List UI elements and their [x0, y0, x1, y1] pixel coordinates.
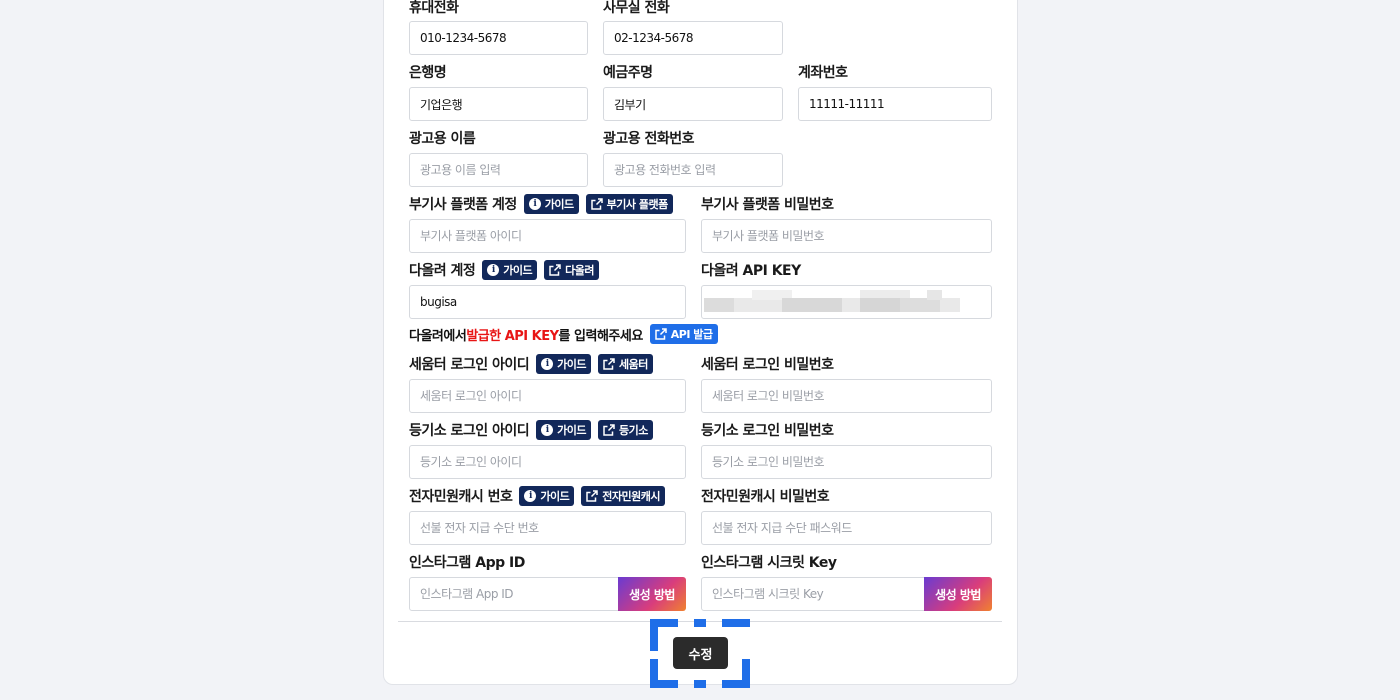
- office-phone-label: 사무실 전화: [603, 0, 670, 16]
- seumteo-id-input[interactable]: [409, 379, 686, 413]
- info-icon: i: [541, 358, 554, 370]
- registry-link-button[interactable]: 등기소: [598, 420, 653, 440]
- seumteo-link-button[interactable]: 세움터: [598, 354, 653, 374]
- daol-id-input[interactable]: [409, 285, 686, 319]
- ecash-guide-button[interactable]: i 가이드: [519, 486, 575, 506]
- insta-id-label: 인스타그램 App ID: [409, 555, 525, 571]
- platform-pw-input[interactable]: [701, 219, 992, 253]
- external-link-icon: [549, 264, 561, 276]
- masked-api-key: [704, 290, 960, 312]
- external-link-icon: [655, 328, 667, 340]
- ad-name-label: 광고용 이름: [409, 131, 476, 147]
- external-link-icon: [586, 490, 599, 502]
- account-label: 계좌번호: [798, 65, 848, 81]
- mobile-input[interactable]: [409, 21, 588, 55]
- info-icon: i: [487, 264, 500, 276]
- registry-id-input[interactable]: [409, 445, 686, 479]
- ecash-pw-label: 전자민원캐시 비밀번호: [701, 489, 830, 505]
- ad-name-input[interactable]: [409, 153, 588, 187]
- seumteo-id-label: 세움터 로그인 아이디 i 가이드 세움터: [409, 354, 660, 374]
- bank-label: 은행명: [409, 65, 447, 81]
- ad-phone-label: 광고용 전화번호: [603, 131, 695, 147]
- holder-label: 예금주명: [603, 65, 653, 81]
- external-link-icon: [590, 198, 603, 210]
- daol-guide-button[interactable]: i 가이드: [482, 260, 538, 280]
- office-phone-input[interactable]: [603, 21, 783, 55]
- daol-key-label: 다올려 API KEY: [701, 263, 801, 279]
- platform-pw-label: 부기사 플랫폼 비밀번호: [701, 197, 834, 213]
- ecash-no-input[interactable]: [409, 511, 686, 545]
- external-link-icon: [603, 358, 615, 370]
- insta-key-input[interactable]: [701, 577, 925, 611]
- insta-id-howto-button[interactable]: 생성 방법: [618, 577, 686, 611]
- platform-id-label: 부기사 플랫폼 계정 i 가이드 부기사 플랫폼: [409, 194, 680, 214]
- ecash-pw-input[interactable]: [701, 511, 992, 545]
- ad-phone-input[interactable]: [603, 153, 783, 187]
- external-link-icon: [603, 424, 615, 436]
- submit-button[interactable]: 수정: [673, 637, 728, 669]
- registry-pw-input[interactable]: [701, 445, 992, 479]
- insta-id-input[interactable]: [409, 577, 619, 611]
- mobile-label: 휴대전화: [409, 0, 459, 16]
- ecash-no-label: 전자민원캐시 번호 i 가이드 전자민원캐시: [409, 486, 672, 506]
- daol-link-button[interactable]: 다올려: [544, 260, 600, 280]
- bank-input[interactable]: [409, 87, 588, 121]
- platform-link-button[interactable]: 부기사 플랫폼: [585, 194, 673, 214]
- registry-pw-label: 등기소 로그인 비밀번호: [701, 423, 834, 439]
- insta-key-label: 인스타그램 시크릿 Key: [701, 555, 837, 571]
- account-input[interactable]: [798, 87, 992, 121]
- info-icon: i: [528, 198, 541, 210]
- api-issue-button[interactable]: API 발급: [649, 324, 718, 344]
- seumteo-pw-label: 세움터 로그인 비밀번호: [701, 357, 834, 373]
- seumteo-guide-button[interactable]: i 가이드: [536, 354, 592, 374]
- platform-id-input[interactable]: [409, 219, 686, 253]
- daol-id-label: 다올려 계정 i 가이드 다올려: [409, 260, 606, 280]
- registry-guide-button[interactable]: i 가이드: [536, 420, 592, 440]
- insta-key-howto-button[interactable]: 생성 방법: [924, 577, 992, 611]
- platform-guide-button[interactable]: i 가이드: [523, 194, 579, 214]
- seumteo-pw-input[interactable]: [701, 379, 992, 413]
- info-icon: i: [541, 424, 554, 436]
- ecash-link-button[interactable]: 전자민원캐시: [581, 486, 666, 506]
- holder-input[interactable]: [603, 87, 783, 121]
- info-icon: i: [524, 490, 537, 502]
- registry-id-label: 등기소 로그인 아이디 i 가이드 등기소: [409, 420, 660, 440]
- api-key-note: 다올려에서 발급한 API KEY 를 입력해주세요 API 발급: [409, 324, 725, 344]
